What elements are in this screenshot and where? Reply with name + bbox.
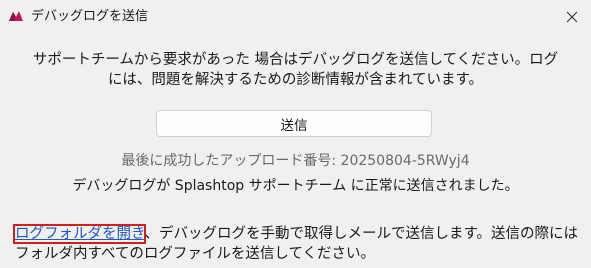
close-icon xyxy=(566,11,578,23)
title-bar: デバッグログを送信 xyxy=(0,0,591,34)
instruction-message: サポートチームから要求があった 場合はデバッグログを送信してください。ログ には… xyxy=(10,50,581,90)
last-upload-info: 最後に成功したアップロード番号: 20250804-5RWyj4 xyxy=(0,152,591,170)
instruction-line-1: サポートチームから要求があった 場合はデバッグログを送信してください。ログ xyxy=(32,52,559,68)
close-button[interactable] xyxy=(560,5,584,29)
window-title: デバッグログを送信 xyxy=(31,9,149,24)
splashtop-icon xyxy=(8,8,24,24)
last-upload-label: 最後に成功したアップロード番号: xyxy=(121,153,337,169)
instruction-line-2: には、問題を解決するための診断情報が含まれています。 xyxy=(107,72,484,88)
send-button[interactable]: 送信 xyxy=(156,110,432,137)
status-message: デバッグログが Splashtop サポートチーム に正常に送信されました。 xyxy=(72,178,519,194)
open-log-folder-link[interactable]: ログフォルダを開き xyxy=(12,224,147,244)
last-upload-number: 20250804-5RWyj4 xyxy=(340,153,470,169)
folder-instructions: ログフォルダを開き、デバッグログを手動で取得しメールで送信します。送信の際にはフ… xyxy=(12,224,581,264)
